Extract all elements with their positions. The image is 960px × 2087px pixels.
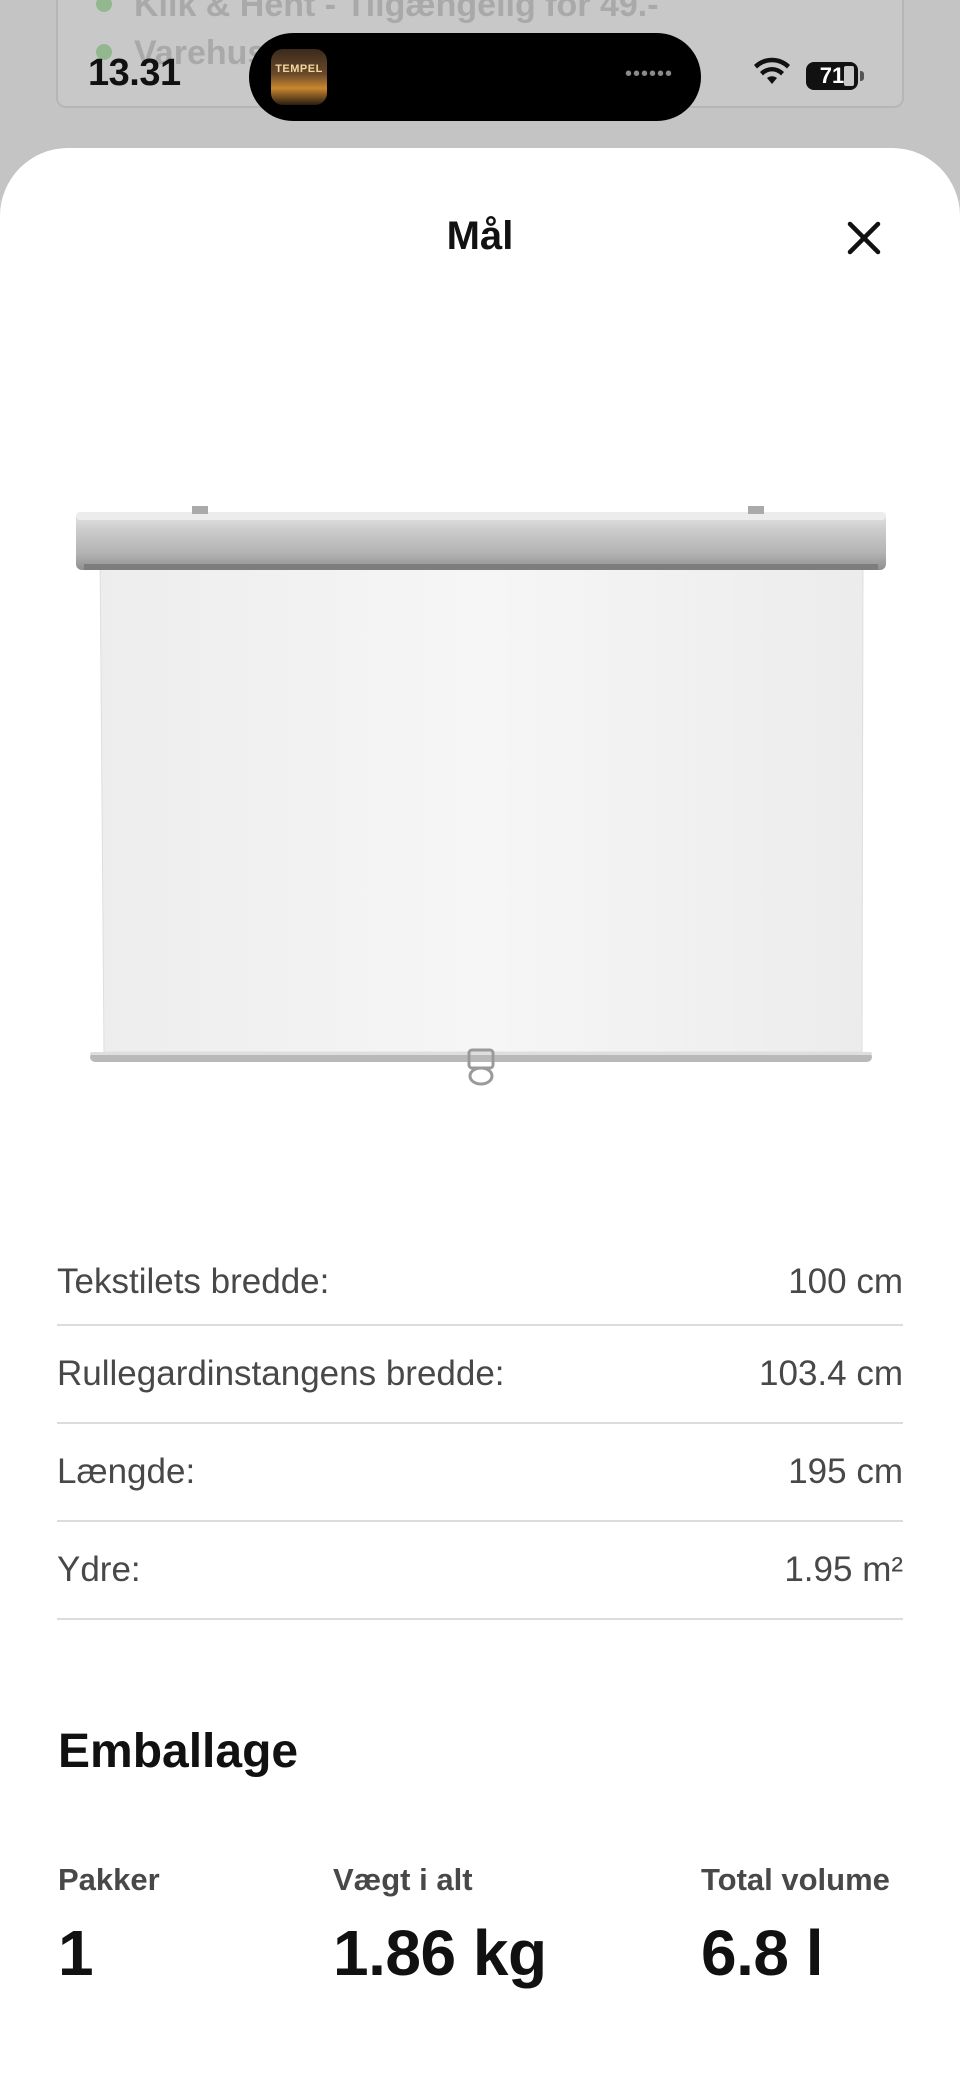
- weight-label: Vægt i alt: [333, 1862, 473, 1897]
- packages-stat: Pakker 1: [58, 1862, 160, 1990]
- volume-stat: Total volume 6.8 l: [701, 1862, 890, 1990]
- packages-label: Pakker: [58, 1862, 160, 1897]
- dimension-row: Rullegardinstangens bredde: 103.4 cm: [57, 1326, 903, 1424]
- packages-value: 1: [58, 1917, 94, 1989]
- dimension-row: Længde: 195 cm: [57, 1424, 903, 1522]
- weight-value: 1.86 kg: [333, 1917, 547, 1989]
- dimension-value: 100 cm: [788, 1262, 903, 1301]
- sheet-title: Mål: [446, 214, 514, 258]
- volume-label: Total volume: [701, 1862, 890, 1897]
- weight-stat: Vægt i alt 1.86 kg: [333, 1862, 547, 1990]
- dimension-label: Tekstilets bredde:: [57, 1262, 330, 1301]
- volume-value: 6.8 l: [701, 1917, 824, 1989]
- background-line-1: Klik & Hent - Tilgængelig for 49.-: [134, 0, 659, 24]
- status-time: 13.31: [88, 52, 181, 94]
- now-playing-artwork[interactable]: TEMPEL: [271, 49, 327, 105]
- dimension-label: Ydre:: [57, 1550, 141, 1589]
- dimension-label: Længde:: [57, 1452, 196, 1491]
- dimension-value: 103.4 cm: [759, 1354, 903, 1393]
- wifi-icon: [754, 57, 790, 84]
- dimensions-list: Tekstilets bredde: 100 cm Rullegardinsta…: [57, 1242, 903, 1620]
- dimension-label: Rullegardinstangens bredde:: [57, 1354, 505, 1393]
- close-icon: [847, 221, 881, 255]
- audio-waveform-icon: ••••••: [624, 63, 673, 85]
- close-button[interactable]: [836, 210, 892, 266]
- dimension-row: Tekstilets bredde: 100 cm: [57, 1242, 903, 1326]
- dimension-value: 195 cm: [788, 1452, 903, 1491]
- artwork-title: TEMPEL: [275, 63, 323, 75]
- packaging-heading: Emballage: [58, 1725, 299, 1778]
- dimension-value: 1.95 m²: [784, 1550, 903, 1589]
- battery-icon: 71: [806, 62, 864, 90]
- dynamic-island[interactable]: TEMPEL ••••••: [249, 33, 701, 121]
- battery-level: 71: [819, 63, 845, 88]
- product-image: [76, 506, 886, 1086]
- dimension-row: Ydre: 1.95 m²: [57, 1522, 903, 1620]
